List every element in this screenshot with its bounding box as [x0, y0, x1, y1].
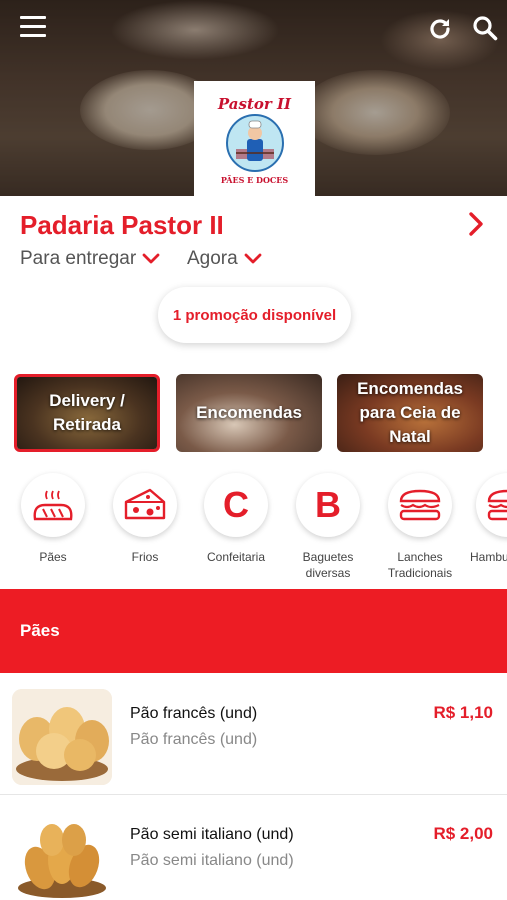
- banner-delivery[interactable]: Delivery / Retirada: [14, 374, 160, 452]
- banner-ceia-natal[interactable]: Encomendas para Ceia de Natal: [337, 374, 483, 452]
- product-image: [12, 689, 112, 785]
- hamburger-menu-icon[interactable]: [20, 16, 46, 38]
- time-label: Agora: [187, 248, 238, 269]
- cheese-icon: [124, 488, 166, 520]
- chevron-down-icon: [244, 253, 262, 264]
- banner-encomendas[interactable]: Encomendas: [176, 374, 322, 452]
- store-logo: Pastor II PÃES E DOCES: [194, 81, 315, 196]
- product-name: Pão semi italiano (und): [130, 826, 294, 843]
- delivery-mode-dropdown[interactable]: Para entregar: [20, 248, 160, 270]
- chevron-right-icon[interactable]: [466, 210, 486, 238]
- banner-ceia-natal-label: Encomendas para Ceia de Natal: [357, 379, 463, 446]
- product-row[interactable]: Pão semi italiano (und) Pão semi italian…: [0, 796, 507, 900]
- bread-icon: [33, 490, 73, 521]
- search-icon[interactable]: [472, 15, 498, 41]
- chevron-down-icon: [142, 253, 160, 264]
- delivery-mode-label: Para entregar: [20, 248, 137, 269]
- refresh-icon[interactable]: [428, 17, 452, 41]
- store-name: Padaria Pastor II: [20, 210, 224, 240]
- time-dropdown[interactable]: Agora: [187, 248, 262, 270]
- burger-icon: [487, 489, 507, 521]
- sandwich-icon: [399, 489, 441, 521]
- product-name: Pão francês (und): [130, 705, 258, 722]
- category-frios[interactable]: Frios: [103, 473, 187, 565]
- category-paes[interactable]: Pães: [11, 473, 95, 565]
- category-hamburguer[interactable]: Hambu: [470, 473, 507, 565]
- banner-encomendas-label: Encomendas: [196, 403, 302, 422]
- product-row[interactable]: Pão francês (und) Pão francês (und) R$ 1…: [0, 675, 507, 795]
- product-description: Pão semi italiano (und): [130, 852, 294, 869]
- letter-b-icon: B: [296, 473, 360, 537]
- category-baguetes[interactable]: B Baguetes diversas: [286, 473, 370, 581]
- banner-delivery-label: Delivery / Retirada: [49, 391, 125, 434]
- promotion-button[interactable]: 1 promoção disponível: [158, 287, 351, 343]
- product-price: R$ 2,00: [433, 824, 493, 843]
- category-lanches[interactable]: Lanches Tradicionais: [378, 473, 462, 581]
- product-description: Pão francês (und): [130, 731, 258, 748]
- product-image: [12, 810, 112, 900]
- letter-c-icon: C: [204, 473, 268, 537]
- baker-mascot-icon: [225, 113, 284, 172]
- section-title: Pães: [20, 621, 60, 640]
- section-header-paes: Pães: [0, 589, 507, 673]
- product-price: R$ 1,10: [433, 703, 493, 722]
- category-confeitaria[interactable]: C Confeitaria: [194, 473, 278, 565]
